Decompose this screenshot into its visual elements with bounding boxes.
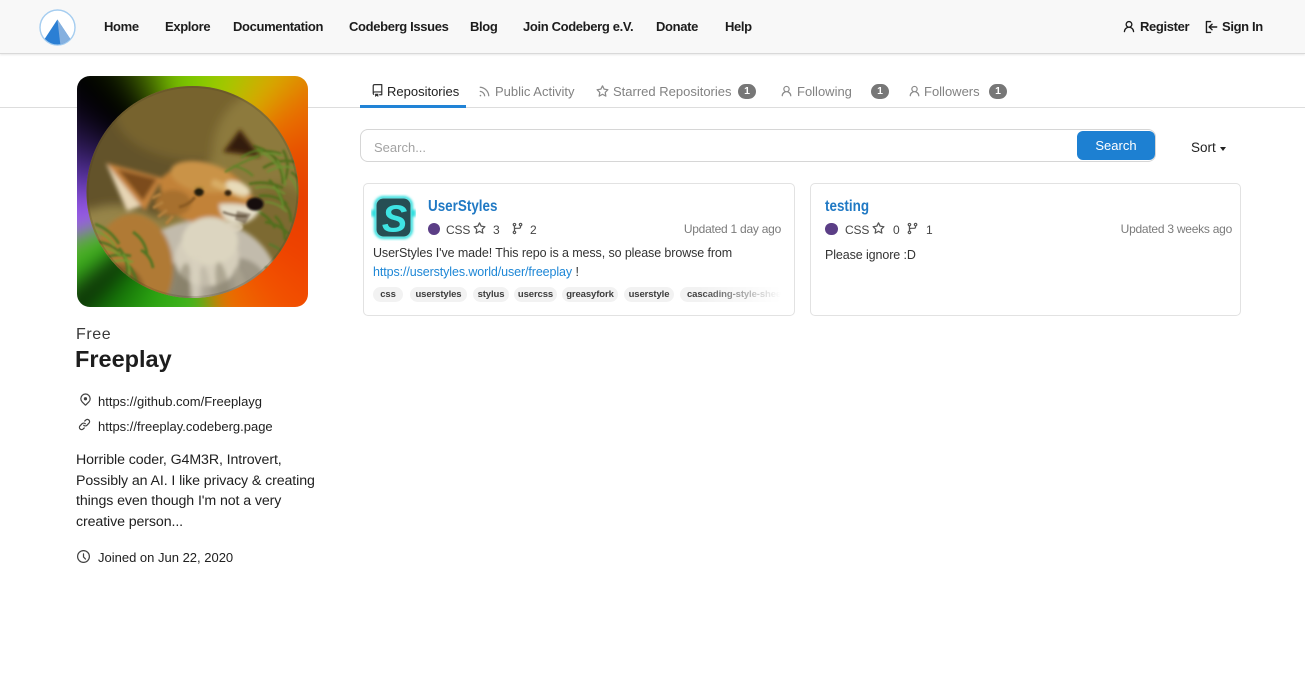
svg-text:S: S bbox=[382, 199, 407, 241]
